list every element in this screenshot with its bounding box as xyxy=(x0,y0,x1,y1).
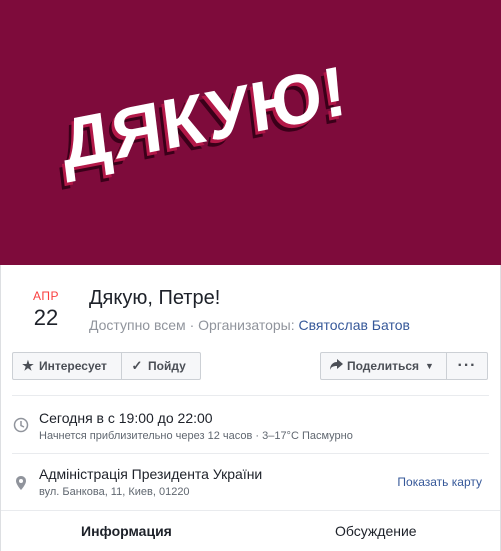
checkmark-icon: ✓ xyxy=(131,358,143,373)
event-visibility: Доступно всем xyxy=(89,317,186,333)
going-button[interactable]: ✓ Пойду xyxy=(121,352,201,380)
event-month: АПР xyxy=(33,289,59,303)
divider xyxy=(12,395,489,396)
event-date: АПР 22 xyxy=(23,289,69,331)
more-dots-icon: ··· xyxy=(457,357,477,374)
organizer-link[interactable]: Святослав Батов xyxy=(299,317,410,333)
divider xyxy=(12,453,489,454)
tab-discussion[interactable]: Обсуждение xyxy=(335,511,417,551)
more-options-button[interactable]: ··· xyxy=(446,352,488,380)
event-time: Сегодня в с 19:00 до 22:00 xyxy=(39,410,213,426)
event-cover-image: ДЯКУЮ! xyxy=(0,0,501,265)
event-card: АПР 22 Дякую, Петре! Доступно всем · Орг… xyxy=(0,265,501,551)
place-address: вул. Банкова, 11, Киев, 01220 xyxy=(39,486,190,498)
place-name[interactable]: Адміністрація Президента України xyxy=(39,465,262,483)
clock-icon xyxy=(13,417,29,433)
show-map-link[interactable]: Показать карту xyxy=(397,475,482,489)
going-label: Пойду xyxy=(148,359,186,373)
share-arrow-icon xyxy=(329,353,343,379)
event-day: 22 xyxy=(33,305,59,330)
share-button[interactable]: Поделиться ▼ xyxy=(320,352,447,380)
interested-button[interactable]: ★ Интересует xyxy=(12,352,122,380)
location-pin-icon xyxy=(13,475,29,491)
event-tabs: Информация Обсуждение xyxy=(1,510,500,551)
event-time-note: Начнется приблизительно через 12 часов ·… xyxy=(39,430,353,442)
event-title: Дякую, Петре! xyxy=(89,287,221,309)
cover-text: ДЯКУЮ! xyxy=(57,50,352,184)
organizers-label: · Организаторы: xyxy=(189,317,295,333)
chevron-down-icon: ▼ xyxy=(425,361,434,371)
tab-information[interactable]: Информация xyxy=(81,511,172,551)
star-icon: ★ xyxy=(22,358,34,373)
share-label: Поделиться xyxy=(347,359,420,373)
interested-label: Интересует xyxy=(39,359,107,373)
event-subtitle: Доступно всем · Организаторы: Святослав … xyxy=(89,316,410,334)
